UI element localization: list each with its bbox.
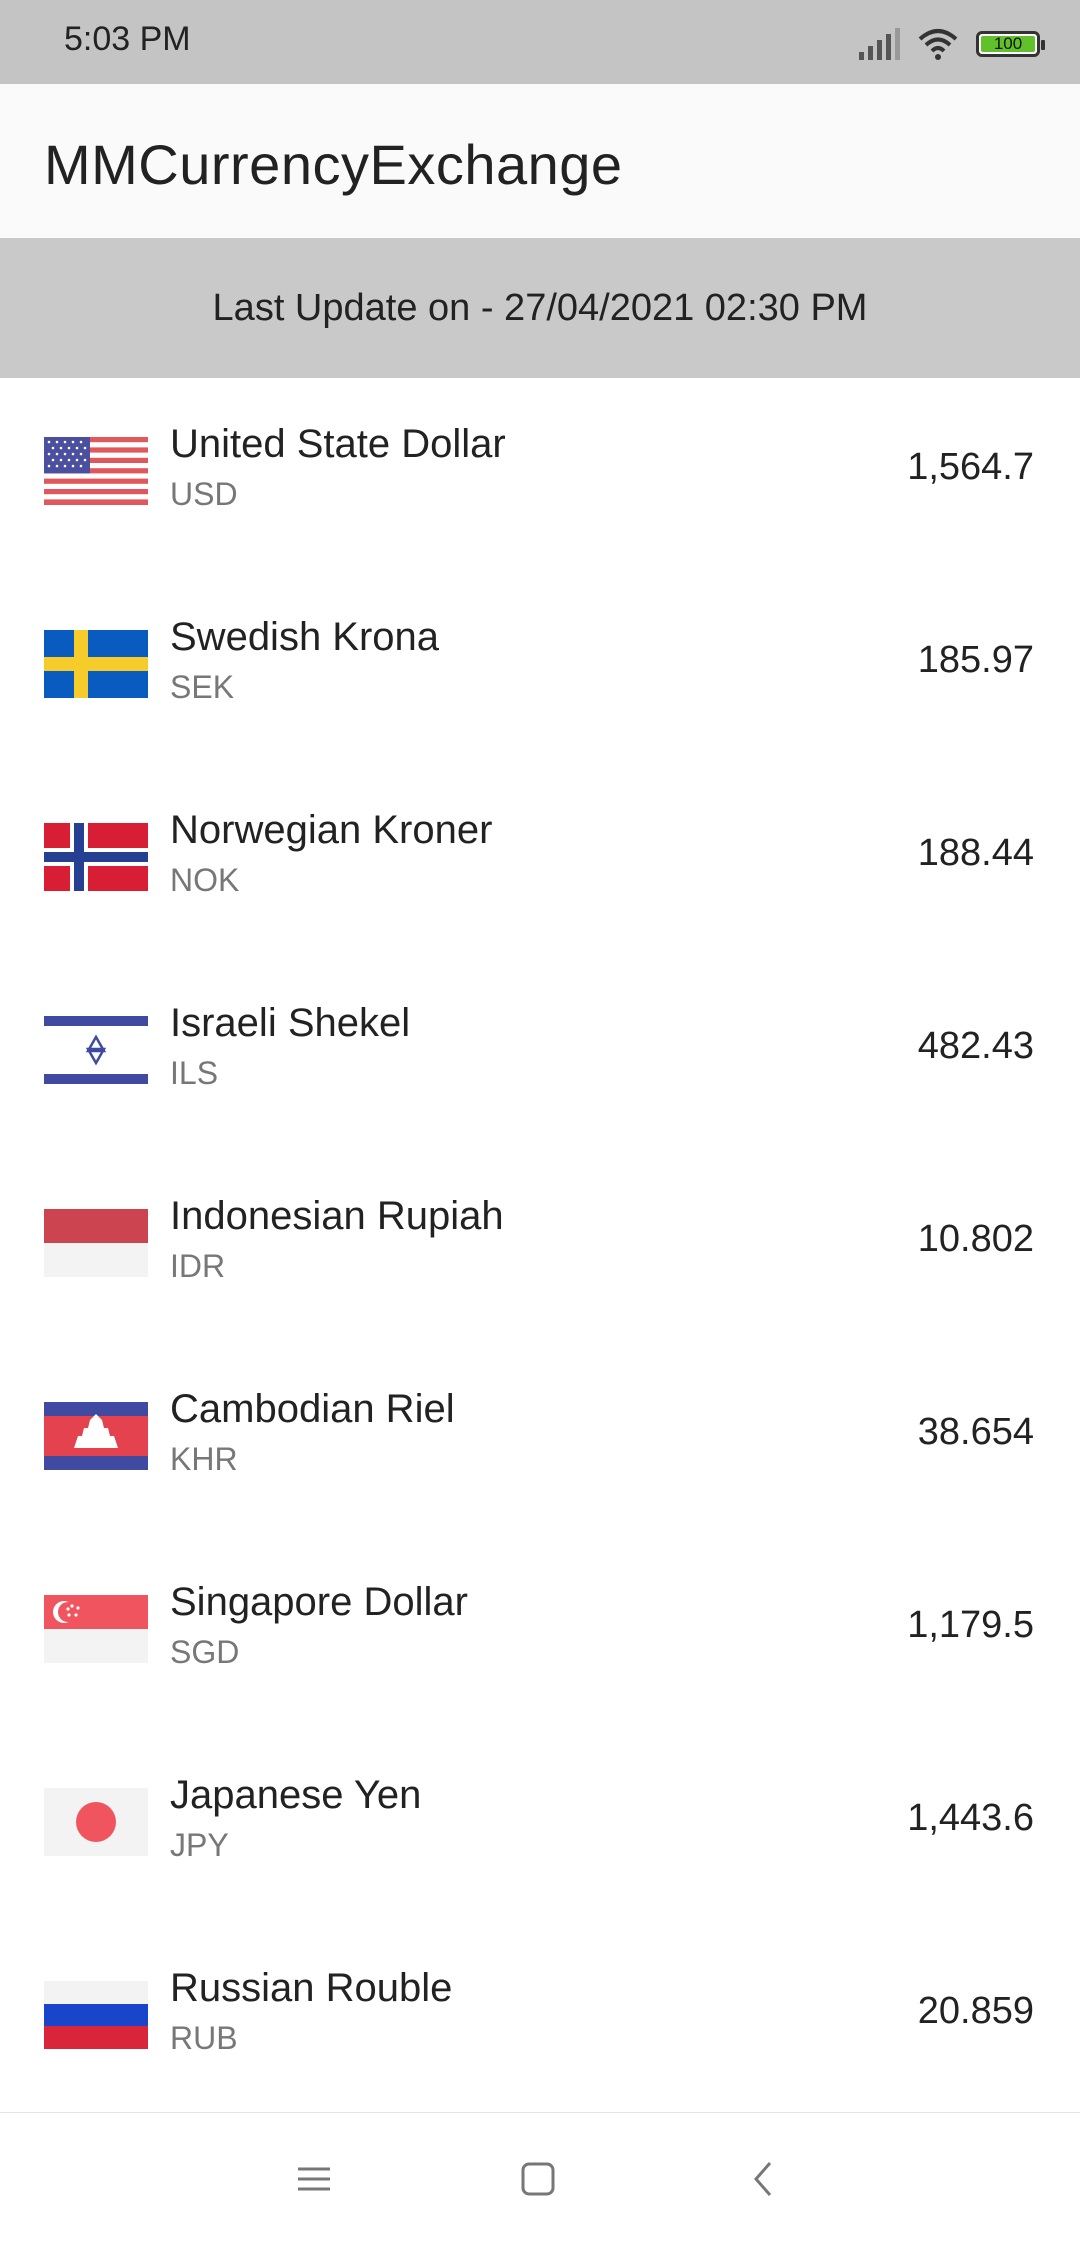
currency-row-nok[interactable]: Norwegian Kroner NOK 188.44 [0,764,1080,957]
currency-name: United State Dollar [170,422,506,466]
currency-name: Cambodian Riel [170,1387,455,1431]
currency-code: SGD [170,1634,240,1670]
cambodia-flag-icon [44,1402,148,1470]
currency-row-idr[interactable]: Indonesian Rupiah IDR 10.802 [0,1150,1080,1343]
currency-rate: 1,443.6 [907,1797,1034,1839]
navigation-bar [0,2112,1080,2245]
currency-name: Swedish Krona [170,615,440,659]
currency-name: Norwegian Kroner [170,808,493,852]
currency-row-usd[interactable]: United State Dollar USD 1,564.7 [0,378,1080,571]
status-icons: 100 [859,24,1045,64]
app-bar: MMCurrencyExchange [0,84,1080,238]
home-icon[interactable] [516,2157,560,2201]
currency-name: Russian Rouble [170,1966,453,2010]
currency-code: USD [170,476,238,512]
battery-icon: 100 [976,31,1045,57]
currency-rate: 482.43 [917,1025,1034,1067]
currency-row-sgd[interactable]: Singapore Dollar SGD 1,179.5 [0,1536,1080,1729]
currency-code: IDR [170,1248,226,1284]
currency-rate: 20.859 [917,1990,1034,2032]
currency-rate: 1,564.7 [907,446,1034,488]
japan-flag-icon [44,1788,148,1856]
currency-code: NOK [170,862,240,898]
indonesia-flag-icon [44,1209,148,1277]
currency-code: JPY [170,1827,229,1863]
currency-code: ILS [170,1055,219,1091]
back-icon[interactable] [742,2157,786,2201]
status-bar: 5:03 PM 100 [0,0,1080,84]
us-flag-icon [44,437,148,505]
currency-row-khr[interactable]: Cambodian Riel KHR 38.654 [0,1343,1080,1536]
wifi-icon [918,29,958,60]
currency-rate: 38.654 [917,1411,1034,1453]
currency-row-rub[interactable]: Russian Rouble RUB 20.859 [0,1922,1080,2115]
currency-code: KHR [170,1441,238,1477]
currency-code: SEK [170,669,235,705]
status-time: 5:03 PM [64,20,191,58]
sweden-flag-icon [44,630,148,698]
currency-code: RUB [170,2020,238,2056]
currency-name: Israeli Shekel [170,1001,411,1045]
currency-row-sek[interactable]: Swedish Krona SEK 185.97 [0,571,1080,764]
currency-rate: 10.802 [917,1218,1034,1260]
currency-rate: 188.44 [917,832,1034,874]
currency-name: Indonesian Rupiah [170,1194,504,1238]
currency-name: Singapore Dollar [170,1580,468,1624]
battery-level: 100 [993,34,1023,53]
currency-row-jpy[interactable]: Japanese Yen JPY 1,443.6 [0,1729,1080,1922]
singapore-flag-icon [44,1595,148,1663]
currency-name: Japanese Yen [170,1773,422,1817]
signal-icon [859,28,900,60]
currency-list: United State Dollar USD 1,564.7 Swedish … [0,378,1080,2115]
last-update-text: Last Update on - 27/04/2021 02:30 PM [212,286,868,329]
currency-rate: 185.97 [917,639,1034,681]
currency-rate: 1,179.5 [907,1604,1034,1646]
russia-flag-icon [44,1981,148,2049]
app-title: MMCurrencyExchange [44,133,623,196]
currency-row-ils[interactable]: Israeli Shekel ILS 482.43 [0,957,1080,1150]
israel-flag-icon [44,1016,148,1084]
menu-icon[interactable] [292,2157,336,2201]
update-banner: Last Update on - 27/04/2021 02:30 PM [0,238,1080,378]
norway-flag-icon [44,823,148,891]
